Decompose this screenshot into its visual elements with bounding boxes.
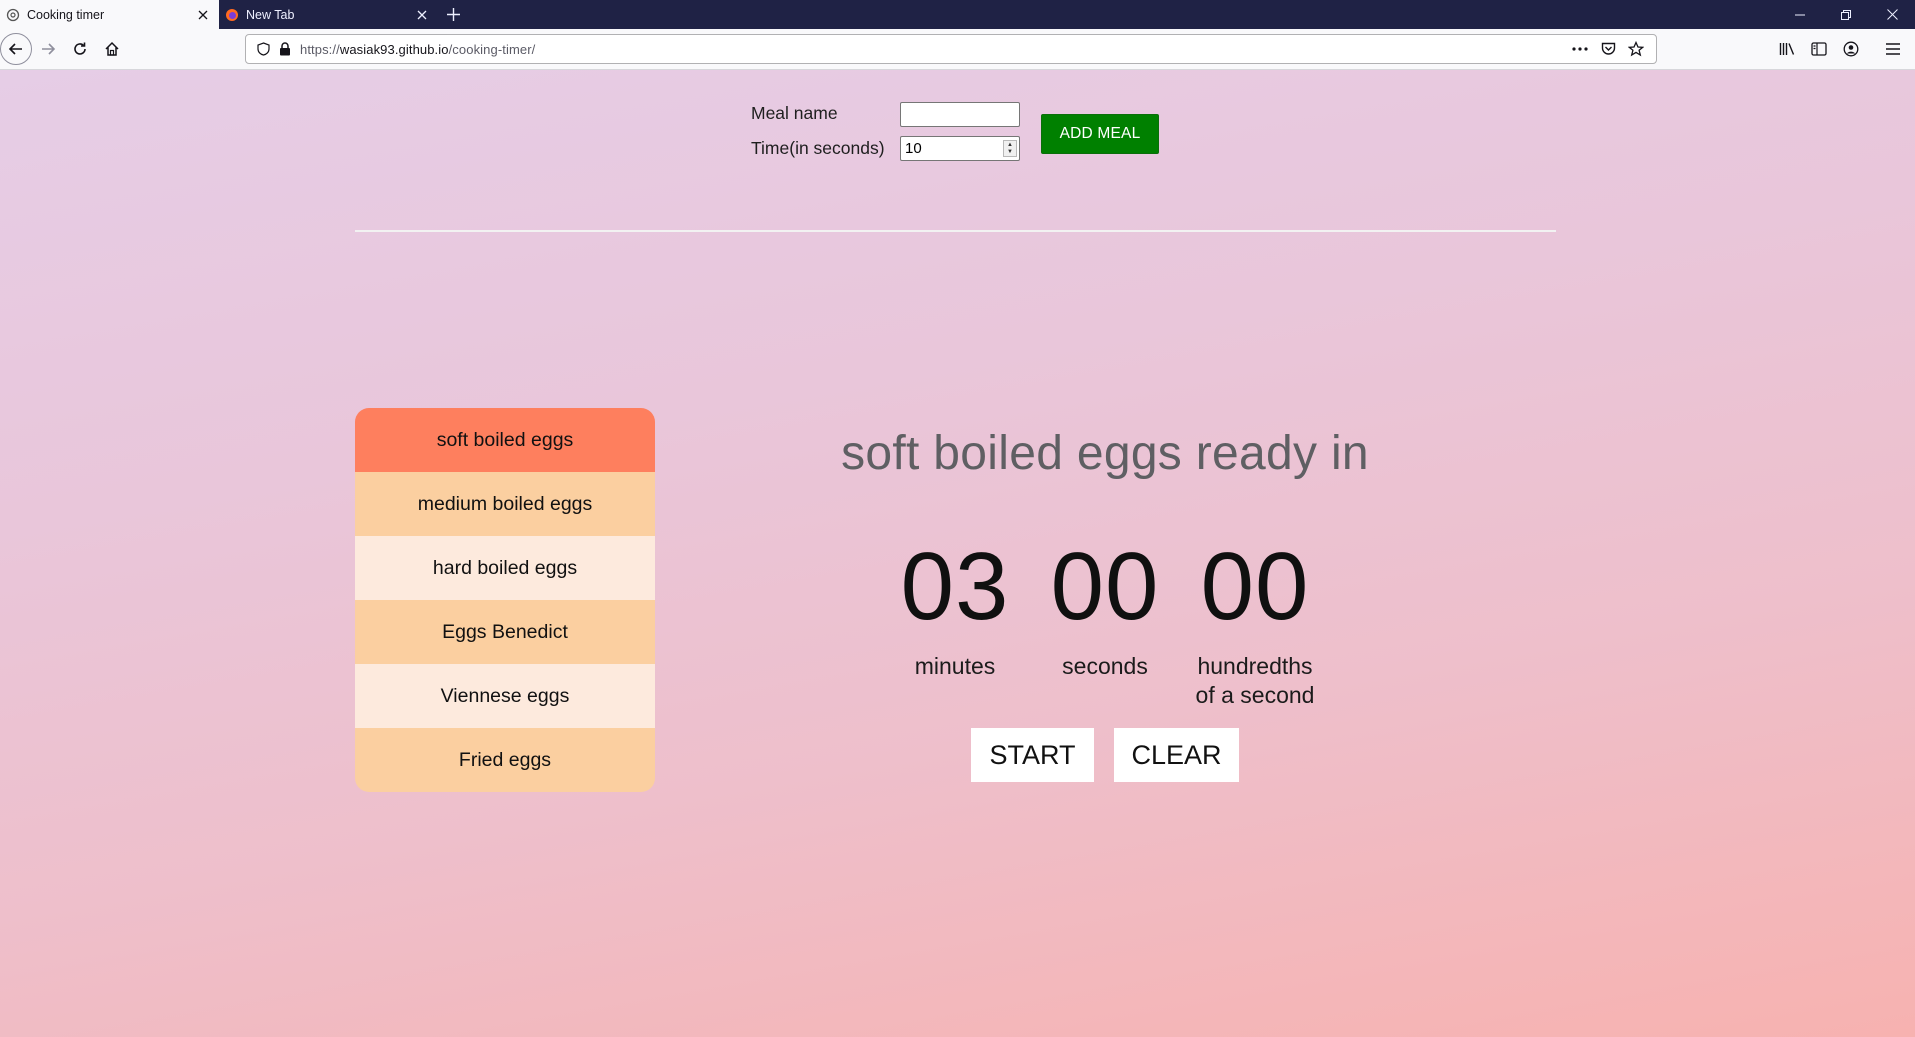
pocket-icon[interactable] xyxy=(1594,36,1622,62)
home-button[interactable] xyxy=(97,34,127,64)
new-tab-button[interactable] xyxy=(438,0,468,29)
meal-name-label: Meal name xyxy=(751,103,838,123)
minimize-button[interactable] xyxy=(1777,0,1823,29)
reload-button[interactable] xyxy=(65,34,95,64)
tab-title: Cooking timer xyxy=(27,7,105,22)
seconds-display: 00 xyxy=(1050,533,1160,640)
clear-button[interactable]: CLEAR xyxy=(1114,728,1239,782)
arrow-left-icon xyxy=(8,43,22,55)
time-seconds-input[interactable]: 10 ▲ ▼ xyxy=(900,136,1020,161)
number-spinner[interactable]: ▲ ▼ xyxy=(1003,140,1017,157)
page-content: Meal name Time(in seconds) 10 ▲ ▼ ADD ME… xyxy=(0,70,1915,1037)
library-icon[interactable] xyxy=(1771,35,1803,63)
bookmark-star-icon[interactable] xyxy=(1622,36,1650,62)
sidebar-icon[interactable] xyxy=(1803,35,1835,63)
minimize-icon xyxy=(1795,14,1805,15)
spinner-up-icon[interactable]: ▲ xyxy=(1004,141,1016,149)
forward-button[interactable] xyxy=(33,34,63,64)
start-button[interactable]: START xyxy=(971,728,1094,782)
meal-list: soft boiled eggs medium boiled eggs hard… xyxy=(355,408,655,792)
spinner-down-icon[interactable]: ▼ xyxy=(1004,149,1016,157)
url-scheme: https:// xyxy=(300,41,340,57)
meal-item-medium-boiled-eggs[interactable]: medium boiled eggs xyxy=(355,472,655,536)
add-meal-form: Meal name Time(in seconds) 10 ▲ ▼ ADD ME… xyxy=(355,84,1556,232)
menu-hamburger-icon[interactable] xyxy=(1877,35,1909,63)
back-button[interactable] xyxy=(0,33,32,65)
minutes-display: 03 xyxy=(900,533,1010,640)
close-tab-icon[interactable] xyxy=(410,3,434,27)
arrow-right-icon xyxy=(42,43,56,55)
meal-item-hard-boiled-eggs[interactable]: hard boiled eggs xyxy=(355,536,655,600)
address-bar[interactable]: https://wasiak93.github.io/cooking-timer… xyxy=(245,34,1657,64)
close-tab-icon[interactable] xyxy=(191,3,215,27)
url-path: /cooking-timer/ xyxy=(448,41,536,57)
timer-title: soft boiled eggs ready in xyxy=(841,427,1369,480)
meal-item-eggs-benedict[interactable]: Eggs Benedict xyxy=(355,600,655,664)
hundredths-label: hundredths of a second xyxy=(1175,652,1335,710)
urlbar-actions xyxy=(1566,36,1650,62)
hundredths-display: 00 xyxy=(1200,533,1310,640)
gear-favicon-icon xyxy=(6,8,20,22)
meal-item-soft-boiled-eggs[interactable]: soft boiled eggs xyxy=(355,408,655,472)
add-meal-button[interactable]: ADD MEAL xyxy=(1041,114,1159,154)
hundredths-label-line2: of a second xyxy=(1195,682,1315,708)
meal-item-viennese-eggs[interactable]: Viennese eggs xyxy=(355,664,655,728)
close-window-button[interactable] xyxy=(1869,0,1915,29)
shield-icon[interactable] xyxy=(252,36,274,62)
home-icon xyxy=(105,41,119,56)
meal-item-fried-eggs[interactable]: Fried eggs xyxy=(355,728,655,792)
restore-button[interactable] xyxy=(1823,0,1869,29)
window-controls xyxy=(1777,0,1915,29)
account-icon[interactable] xyxy=(1835,35,1867,63)
time-seconds-value: 10 xyxy=(905,140,922,157)
browser-navbar: https://wasiak93.github.io/cooking-timer… xyxy=(0,29,1915,70)
minutes-label: minutes xyxy=(914,653,996,679)
restore-icon xyxy=(1841,9,1851,20)
reload-icon xyxy=(74,42,86,55)
lock-icon[interactable] xyxy=(274,36,296,62)
seconds-label: seconds xyxy=(1062,653,1148,679)
firefox-favicon-icon xyxy=(225,8,239,22)
url-domain: wasiak93.github.io xyxy=(339,41,449,57)
more-actions-icon[interactable] xyxy=(1566,36,1594,62)
time-label: Time(in seconds) xyxy=(751,138,885,158)
plus-icon xyxy=(446,8,460,21)
hundredths-label-line1: hundredths xyxy=(1197,653,1313,679)
browser-titlebar: Cooking timer New Tab xyxy=(0,0,1915,29)
tab-title: New Tab xyxy=(246,7,295,22)
toolbar-right xyxy=(1771,35,1909,63)
tab-new-tab[interactable]: New Tab xyxy=(219,0,438,29)
url-text: https://wasiak93.github.io/cooking-timer… xyxy=(300,42,535,57)
meal-name-input[interactable] xyxy=(900,102,1020,127)
close-icon xyxy=(1886,9,1898,20)
tab-cooking-timer[interactable]: Cooking timer xyxy=(0,0,219,29)
